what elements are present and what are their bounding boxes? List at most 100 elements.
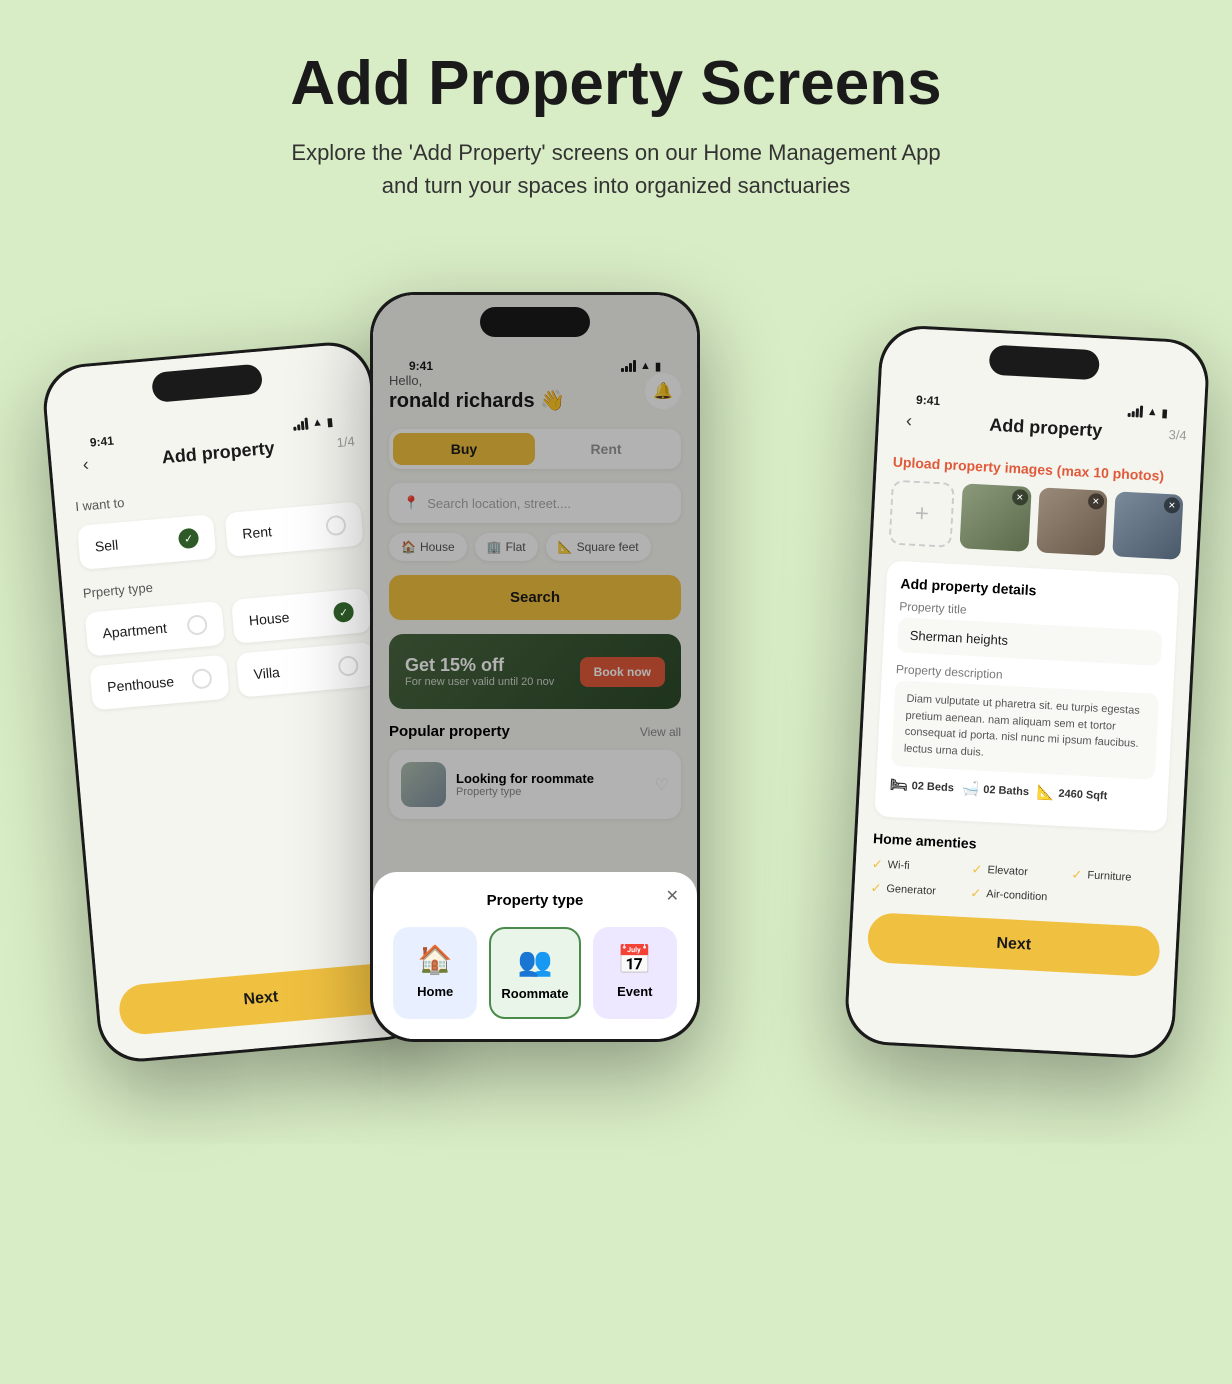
beds-value: 02 Beds	[911, 780, 954, 794]
amenities-section: Home amenties ✓ Wi-fi ✓ Elevator ✓ Furni	[870, 830, 1165, 911]
amenities-grid: ✓ Wi-fi ✓ Elevator ✓ Furniture ✓	[870, 856, 1164, 911]
roommate-type-icon: 👥	[518, 945, 553, 978]
popup-overlay: ✕ Property type 🏠 Home 👥 Roommate	[373, 295, 697, 1039]
popup-title: Property type	[393, 892, 677, 909]
type-house[interactable]: House ✓	[231, 588, 371, 644]
photo-tv-thumb: ✕	[1112, 492, 1183, 560]
step-right: 3/4	[1168, 427, 1187, 443]
phone-notch-right	[989, 345, 1100, 381]
amenity-wifi: ✓ Wi-fi	[871, 856, 964, 877]
next-button-right[interactable]: Next	[867, 912, 1161, 977]
remove-photo-2[interactable]: ✕	[1087, 493, 1104, 510]
rent-label: Rent	[242, 523, 273, 542]
upload-section: Upload property images (max 10 photos) +…	[889, 454, 1185, 560]
popup-close-button[interactable]: ✕	[666, 886, 679, 906]
type-home-card[interactable]: 🏠 Home	[393, 927, 477, 1019]
upload-max-text: (max 10 photos)	[1056, 462, 1164, 484]
sqft-spec: 📐 2460 Sqft	[1037, 784, 1108, 805]
description-textarea[interactable]: Diam vulputate ut pharetra sit. eu turpi…	[891, 680, 1159, 780]
home-type-icon: 🏠	[418, 943, 453, 976]
sell-radio: ✓	[178, 528, 200, 550]
furniture-label: Furniture	[1087, 870, 1132, 884]
bed-icon: 🛏	[890, 776, 909, 794]
photo-interior-thumb: ✕	[1036, 488, 1107, 556]
battery-icon-right: ▮	[1161, 406, 1168, 419]
upload-label: Upload property images (max 10 photos)	[892, 454, 1184, 485]
back-button-right[interactable]: ‹	[894, 406, 923, 435]
check-furniture: ✓	[1071, 867, 1083, 884]
type-roommate-card[interactable]: 👥 Roommate	[489, 927, 580, 1019]
add-photo-button[interactable]: +	[889, 480, 956, 548]
next-button-left[interactable]: Next	[117, 962, 404, 1037]
baths-value: 02 Baths	[983, 784, 1029, 798]
type-villa-label: Villa	[253, 664, 280, 682]
apartment-radio	[186, 614, 208, 636]
step-left: 1/4	[336, 433, 355, 450]
property-type-icons: 🏠 Home 👥 Roommate 📅 Event	[393, 927, 677, 1019]
roommate-type-label: Roommate	[501, 986, 568, 1001]
property-type-grid: Apartment House ✓ Penthouse Villa	[85, 588, 376, 710]
amenity-elevator: ✓ Elevator	[971, 862, 1064, 883]
back-button-left[interactable]: ‹	[71, 449, 101, 479]
page-subtitle: Explore the 'Add Property' screens on ou…	[276, 136, 956, 202]
type-penthouse-label: Penthouse	[107, 673, 175, 695]
wifi-icon-right: ▲	[1147, 406, 1159, 419]
type-event-card[interactable]: 📅 Event	[593, 927, 677, 1019]
event-type-icon: 📅	[617, 943, 652, 976]
page-header: Add Property Screens Explore the 'Add Pr…	[0, 0, 1232, 232]
image-row: + ✕ ✕ ✕	[889, 480, 1184, 560]
aircon-label: Air-condition	[986, 888, 1048, 903]
phone-center: 9:41 ▲ ▮ Hello,	[370, 292, 700, 1042]
baths-spec: 🛁 02 Baths	[961, 780, 1029, 800]
remove-photo-1[interactable]: ✕	[1011, 489, 1028, 506]
property-details-section: Add property details Property title Sher…	[874, 561, 1179, 832]
rent-radio	[325, 515, 347, 537]
phone-right: 9:41 ▲ ▮ ‹ Add prope	[843, 324, 1210, 1060]
villa-radio	[337, 655, 359, 677]
amenity-furniture: ✓ Furniture	[1071, 867, 1164, 888]
amenity-generator: ✓ Generator	[870, 880, 963, 901]
sell-label: Sell	[94, 537, 119, 555]
check-elevator: ✓	[971, 862, 983, 879]
status-time-right: 9:41	[916, 393, 941, 408]
beds-spec: 🛏 02 Beds	[890, 776, 955, 796]
screen-title-right: Add property	[989, 414, 1103, 441]
rent-option[interactable]: Rent	[225, 502, 364, 558]
wifi-icon-left: ▲	[312, 416, 324, 429]
battery-icon-left: ▮	[326, 415, 333, 428]
search-screen: 9:41 ▲ ▮ Hello,	[373, 295, 697, 1039]
details-screen: 9:41 ▲ ▮ ‹ Add prope	[847, 327, 1208, 1057]
type-house-label: House	[248, 609, 290, 628]
status-time-left: 9:41	[89, 434, 114, 450]
specs-row: 🛏 02 Beds 🛁 02 Baths 📐 2460 Sqft	[890, 776, 1155, 807]
type-penthouse[interactable]: Penthouse	[89, 655, 229, 711]
type-apartment-label: Apartment	[102, 620, 168, 642]
want-to-options: Sell ✓ Rent	[77, 502, 364, 571]
type-apartment[interactable]: Apartment	[85, 601, 225, 657]
signal-icon-left	[293, 418, 309, 431]
generator-label: Generator	[886, 883, 936, 898]
type-villa[interactable]: Villa	[236, 642, 376, 698]
sell-option[interactable]: Sell ✓	[77, 514, 216, 570]
photo-building-thumb: ✕	[960, 484, 1031, 552]
home-type-label: Home	[417, 984, 453, 999]
popup-sheet: ✕ Property type 🏠 Home 👥 Roommate	[373, 872, 697, 1039]
check-generator: ✓	[870, 880, 882, 897]
phones-container: 🔑 9:41 ▲ ▮	[0, 232, 1232, 1282]
event-type-label: Event	[617, 984, 652, 999]
status-icons-right: ▲ ▮	[1128, 405, 1169, 420]
amenities-title: Home amenties	[873, 830, 1165, 861]
house-radio: ✓	[333, 602, 355, 624]
amenity-aircon: ✓ Air-condition	[970, 886, 1063, 907]
upload-label-text: Upload property images	[892, 454, 1053, 478]
page-title: Add Property Screens	[20, 50, 1212, 118]
penthouse-radio	[191, 668, 213, 690]
elevator-label: Elevator	[987, 864, 1028, 878]
remove-photo-3[interactable]: ✕	[1164, 497, 1181, 514]
sqft-icon: 📐	[1037, 784, 1055, 802]
signal-icon-right	[1128, 405, 1144, 418]
check-wifi: ✓	[871, 856, 883, 873]
bath-icon: 🛁	[961, 780, 979, 798]
check-aircon: ✓	[970, 886, 982, 903]
sqft-value: 2460 Sqft	[1058, 787, 1107, 802]
